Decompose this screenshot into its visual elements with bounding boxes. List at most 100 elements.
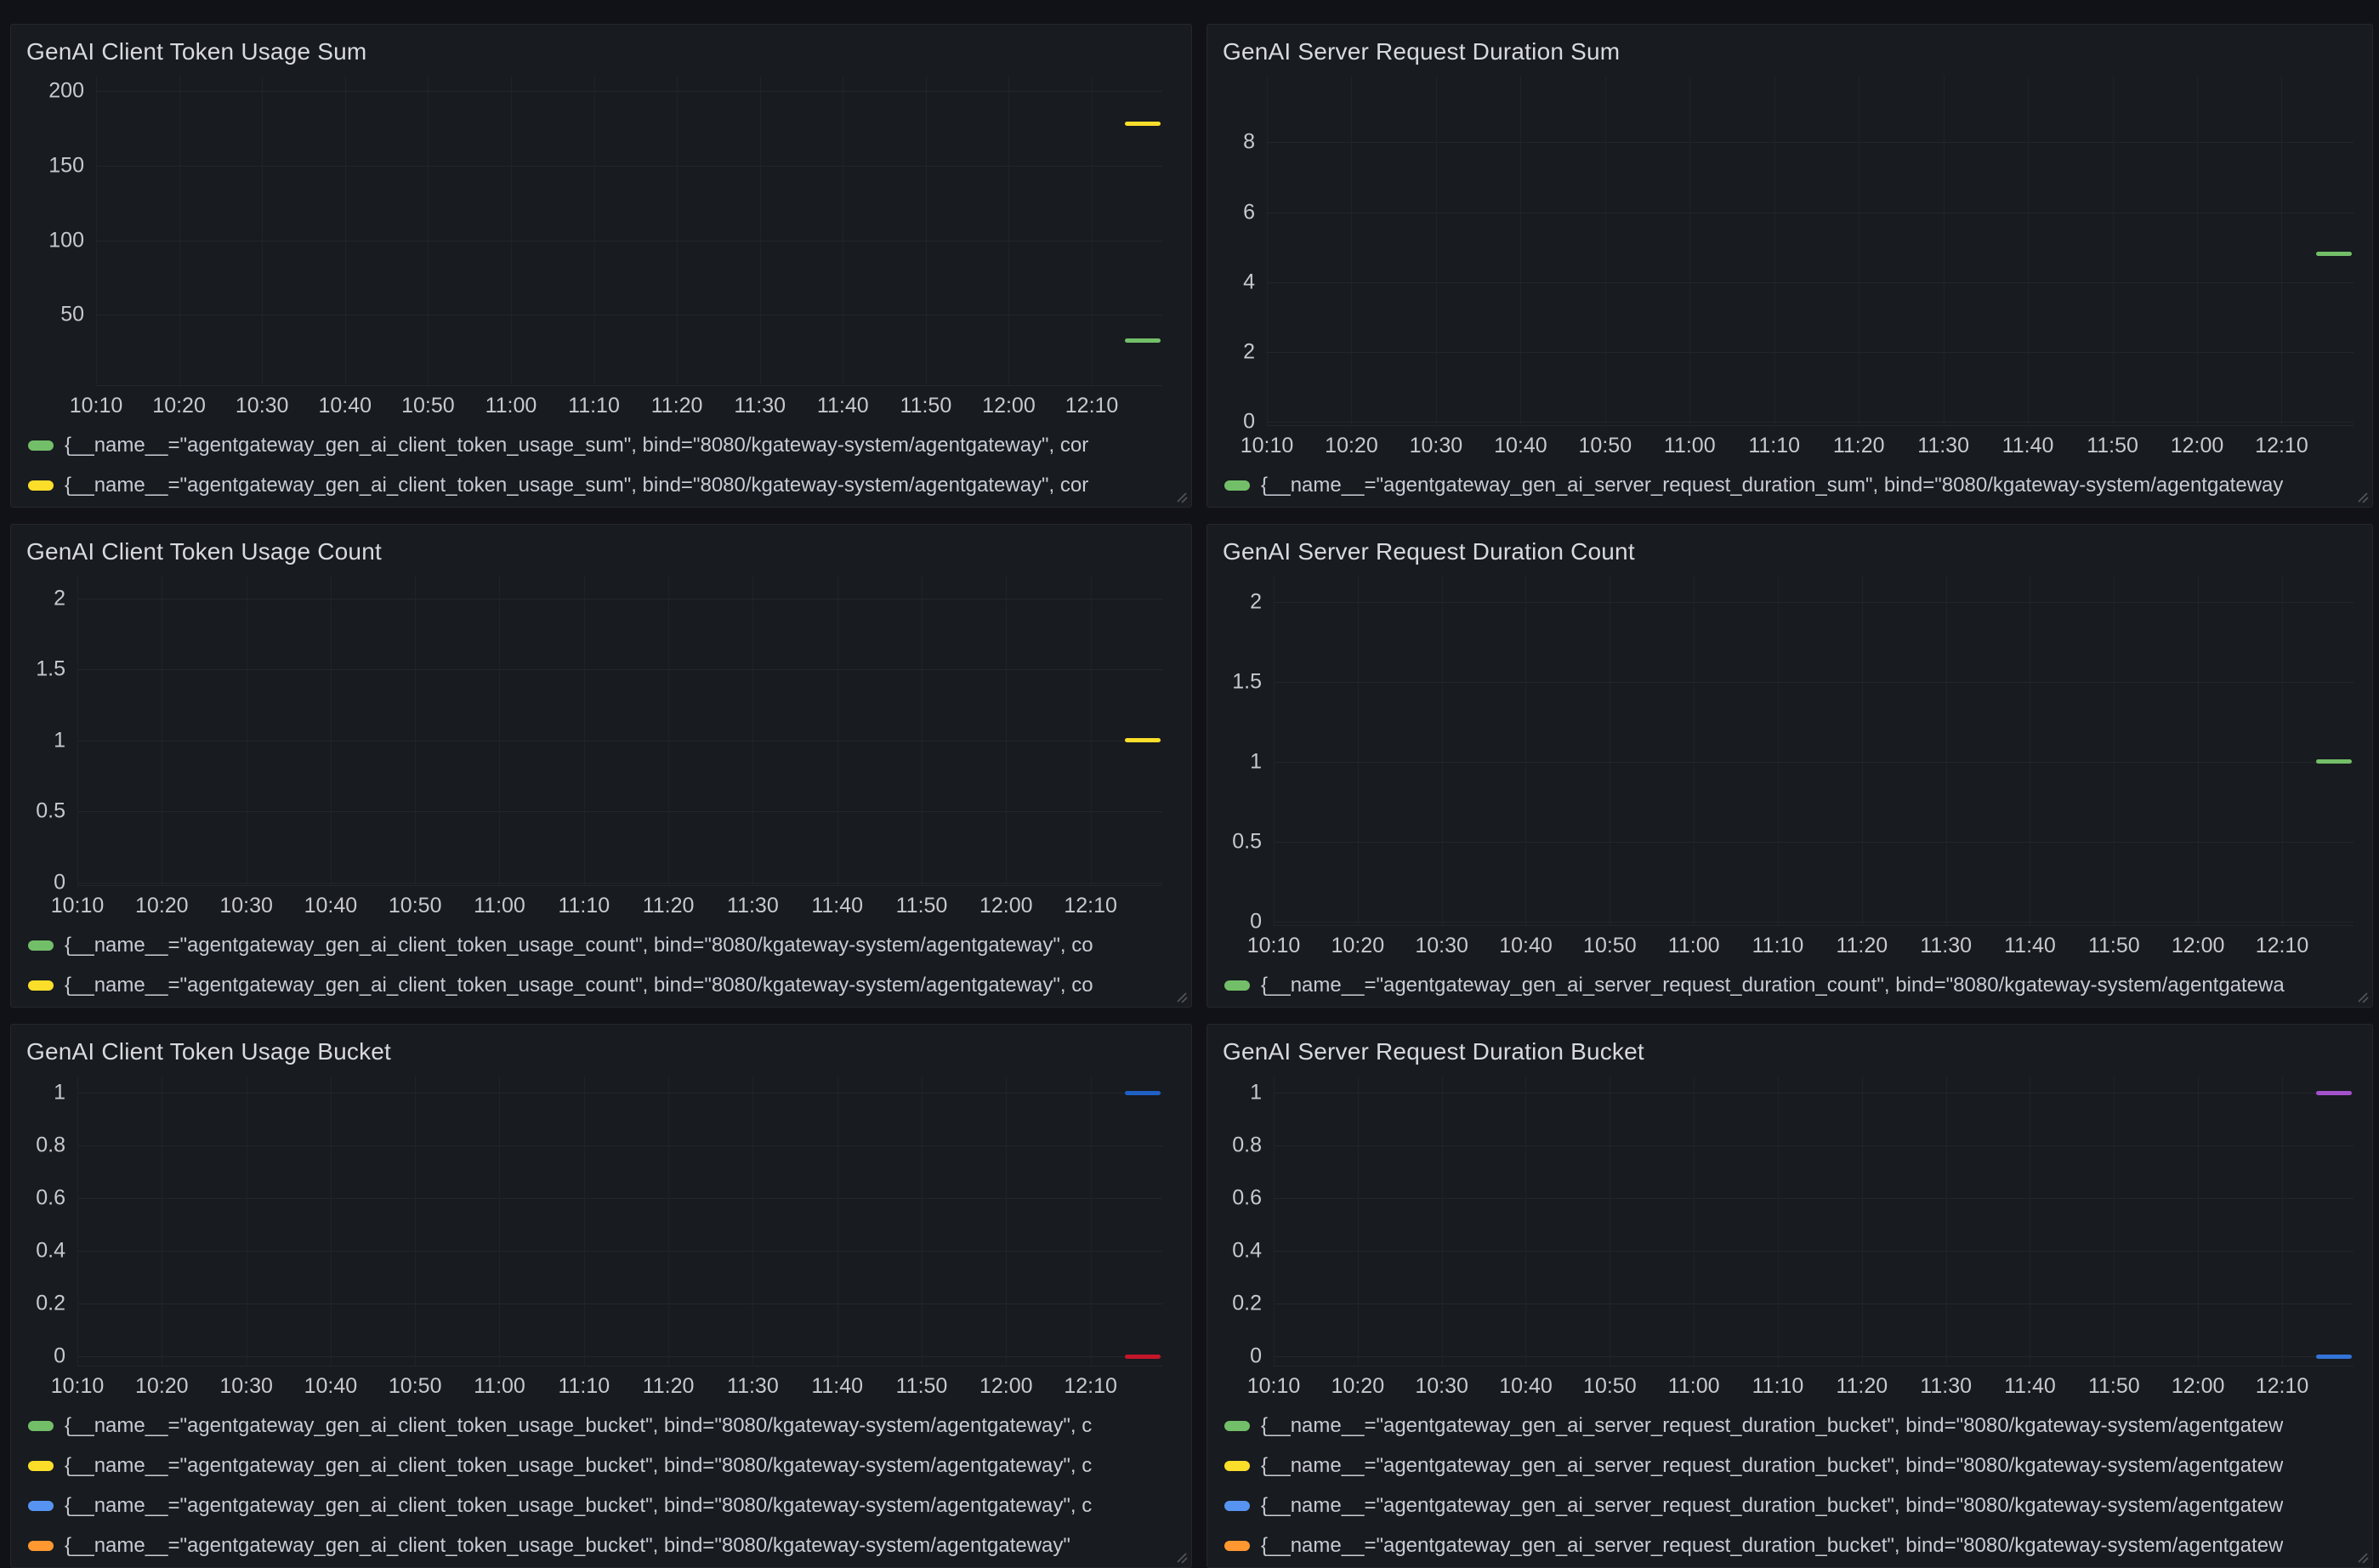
x-tick-label: 11:10: [1752, 934, 1804, 958]
x-gridline: [1946, 576, 1947, 925]
legend: {__name__="agentgateway_gen_ai_server_re…: [1219, 460, 2360, 507]
y-gridline: [1267, 352, 2353, 353]
x-tick-label: 10:40: [318, 394, 372, 418]
plot-area: 10.80.60.40.20: [1274, 1076, 2353, 1366]
x-tick-label: 10:20: [1325, 434, 1378, 458]
x-gridline: [760, 76, 761, 385]
legend-swatch[interactable]: [28, 1461, 54, 1471]
legend-swatch[interactable]: [1224, 1421, 1250, 1431]
x-gridline: [2114, 1076, 2115, 1366]
panel-title[interactable]: GenAI Server Request Duration Count: [1223, 537, 2360, 567]
legend-swatch[interactable]: [1224, 980, 1250, 991]
panel-title[interactable]: GenAI Client Token Usage Bucket: [26, 1037, 1179, 1067]
legend-swatch[interactable]: [28, 440, 54, 451]
legend-swatch[interactable]: [28, 940, 54, 951]
y-tick-label: 2: [54, 587, 65, 611]
x-tick-label: 10:10: [1241, 434, 1294, 458]
legend-swatch[interactable]: [28, 980, 54, 991]
legend-label[interactable]: {__name__="agentgateway_gen_ai_client_to…: [65, 474, 1088, 497]
y-tick-label: 100: [48, 228, 84, 253]
series-line: [2316, 1355, 2352, 1359]
x-gridline: [1267, 76, 1268, 425]
x-tick-label: 11:00: [474, 1374, 525, 1399]
x-tick-label: 12:00: [979, 894, 1033, 918]
panel-resize-handle[interactable]: [2355, 1550, 2370, 1565]
x-tick-label: 10:50: [401, 394, 455, 418]
legend-label[interactable]: {__name__="agentgateway_gen_ai_client_to…: [65, 974, 1093, 997]
x-gridline: [1006, 576, 1007, 885]
panel-resize-handle[interactable]: [1174, 990, 1190, 1005]
x-gridline: [511, 76, 512, 385]
x-gridline: [179, 76, 180, 385]
legend-swatch[interactable]: [28, 1501, 54, 1511]
x-tick-label: 11:40: [2004, 1374, 2056, 1399]
panel-title[interactable]: GenAI Client Token Usage Count: [26, 537, 1179, 567]
dashboard-grid: GenAI Client Token Usage Sum200150100501…: [0, 0, 2379, 1568]
x-axis: 10:1010:2010:3010:4010:5011:0011:1011:20…: [1274, 926, 2353, 960]
y-gridline: [1274, 1251, 2353, 1252]
legend-label[interactable]: {__name__="agentgateway_gen_ai_client_to…: [65, 934, 1093, 957]
legend-label[interactable]: {__name__="agentgateway_gen_ai_client_to…: [65, 1414, 1092, 1438]
x-gridline: [2198, 1076, 2199, 1366]
x-tick-label: 11:40: [2004, 934, 2056, 958]
legend-item: {__name__="agentgateway_gen_ai_client_to…: [28, 465, 1179, 505]
y-gridline: [1267, 142, 2353, 143]
y-tick-label: 2: [1250, 589, 1262, 614]
x-tick-label: 11:30: [727, 1374, 779, 1399]
x-tick-label: 10:50: [1583, 1374, 1637, 1399]
y-tick-label: 0.4: [1232, 1239, 1262, 1264]
legend-label[interactable]: {__name__="agentgateway_gen_ai_client_to…: [65, 1494, 1092, 1518]
panel-server-request-duration-sum: GenAI Server Request Duration Sum8642010…: [1207, 24, 2373, 508]
x-tick-label: 10:30: [1415, 1374, 1468, 1399]
x-gridline: [668, 1076, 669, 1366]
x-tick-label: 11:30: [1920, 1374, 1972, 1399]
panel-server-request-duration-bucket: GenAI Server Request Duration Bucket 10.8…: [1207, 1024, 2373, 1568]
legend-label[interactable]: {__name__="agentgateway_gen_ai_client_to…: [65, 1454, 1092, 1478]
y-gridline: [1274, 1356, 2353, 1357]
x-gridline: [96, 76, 97, 385]
legend-label[interactable]: {__name__="agentgateway_gen_ai_server_re…: [1261, 1454, 2283, 1478]
panel-resize-handle[interactable]: [1174, 1550, 1190, 1565]
x-tick-label: 10:40: [304, 1374, 358, 1399]
x-gridline: [415, 1076, 416, 1366]
legend-label[interactable]: {__name__="agentgateway_gen_ai_server_re…: [1261, 474, 2283, 497]
legend-swatch[interactable]: [1224, 1461, 1250, 1471]
panel-resize-handle[interactable]: [2355, 990, 2370, 1005]
legend-swatch[interactable]: [1224, 1541, 1250, 1551]
legend-label[interactable]: {__name__="agentgateway_gen_ai_client_to…: [65, 434, 1088, 457]
y-tick-label: 0.5: [1232, 830, 1262, 855]
x-gridline: [1442, 576, 1443, 925]
y-tick-label: 2: [1243, 339, 1255, 364]
y-tick-label: 8: [1243, 130, 1255, 155]
panel-resize-handle[interactable]: [1174, 490, 1190, 505]
legend-swatch[interactable]: [28, 1541, 54, 1551]
x-tick-label: 10:40: [1499, 1374, 1553, 1399]
x-gridline: [331, 1076, 332, 1366]
y-gridline: [77, 1251, 1162, 1252]
legend-label[interactable]: {__name__="agentgateway_gen_ai_server_re…: [1261, 1414, 2283, 1438]
x-gridline: [262, 76, 263, 385]
legend-label[interactable]: {__name__="agentgateway_gen_ai_server_re…: [1261, 974, 2285, 997]
panel-resize-handle[interactable]: [2355, 490, 2370, 505]
legend-item: {__name__="agentgateway_gen_ai_client_to…: [28, 965, 1179, 1005]
x-gridline: [1436, 76, 1437, 425]
legend-label[interactable]: {__name__="agentgateway_gen_ai_server_re…: [1261, 1494, 2283, 1518]
x-tick-label: 10:30: [1415, 934, 1468, 958]
legend-label[interactable]: {__name__="agentgateway_gen_ai_client_to…: [65, 1534, 1070, 1558]
x-tick-label: 10:30: [219, 1374, 273, 1399]
legend-swatch[interactable]: [1224, 480, 1250, 491]
x-axis: 10:1010:2010:3010:4010:5011:0011:1011:20…: [77, 886, 1162, 920]
panel-title[interactable]: GenAI Client Token Usage Sum: [26, 37, 1179, 67]
panel-client-token-usage-bucket: GenAI Client Token Usage Bucket10.80.60.…: [10, 1024, 1192, 1568]
panel-title[interactable]: GenAI Server Request Duration Sum: [1223, 37, 2360, 67]
x-gridline: [922, 576, 923, 885]
legend-item: {__name__="agentgateway_gen_ai_client_to…: [28, 1525, 1179, 1565]
legend-swatch[interactable]: [1224, 1501, 1250, 1511]
legend-swatch[interactable]: [28, 480, 54, 491]
legend-label[interactable]: {__name__="agentgateway_gen_ai_server_re…: [1261, 1534, 2283, 1558]
panel-title[interactable]: GenAI Server Request Duration Bucket: [1223, 1037, 2360, 1067]
series-line: [2316, 252, 2352, 256]
x-gridline: [2281, 76, 2282, 425]
x-tick-label: 11:30: [1920, 934, 1972, 958]
legend-swatch[interactable]: [28, 1421, 54, 1431]
